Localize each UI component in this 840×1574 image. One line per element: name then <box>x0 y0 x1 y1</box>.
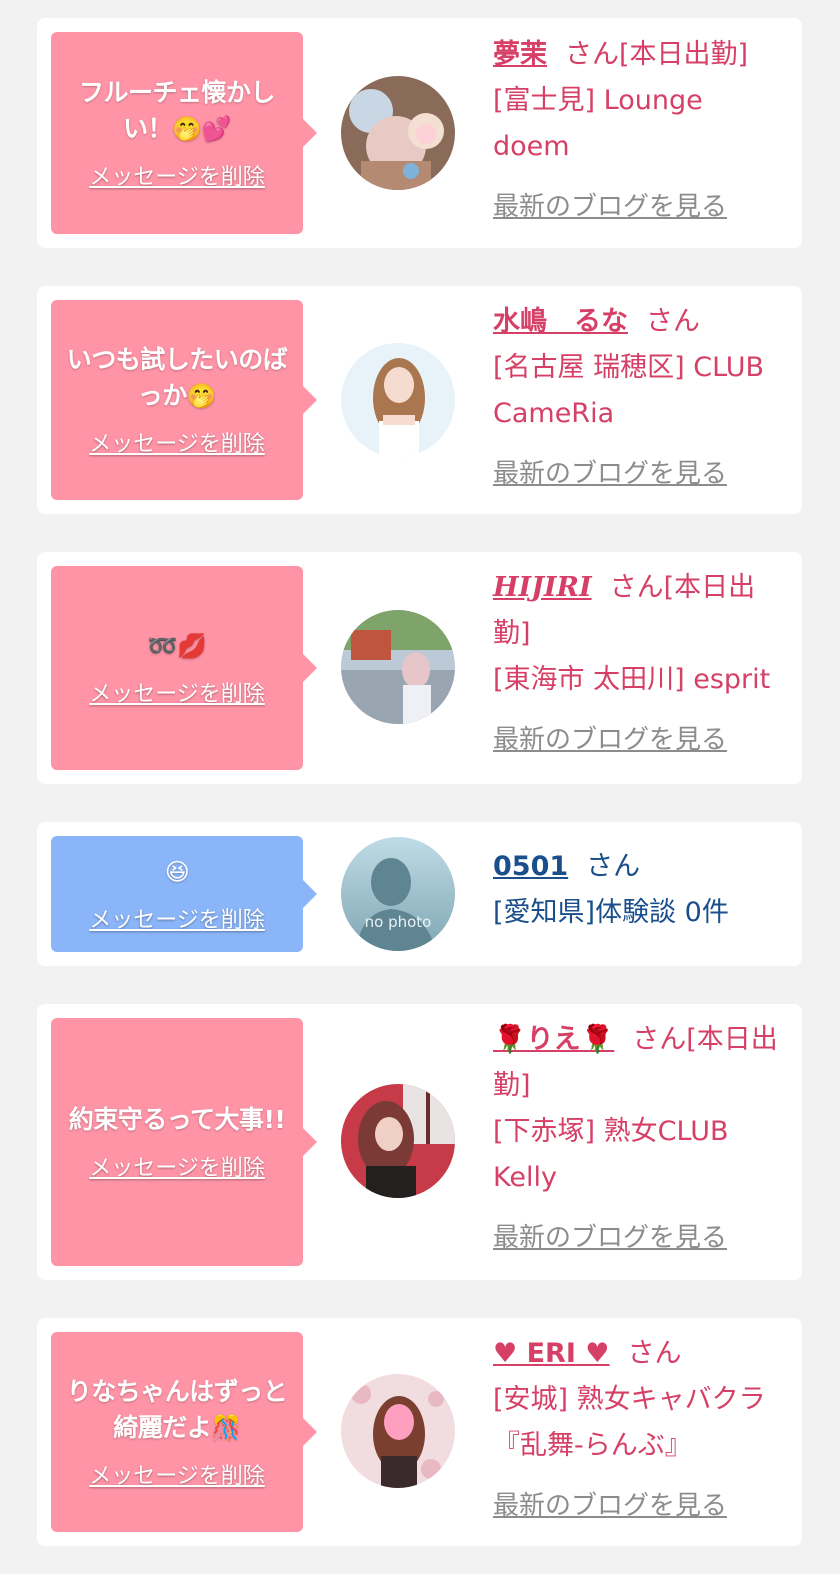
sender-name-link[interactable]: 0501 <box>493 851 568 882</box>
message-card: 😆 メッセージを削除 no photo 0501 さん [愛知県]体験談 0件 <box>37 822 802 966</box>
message-bubble: りなちゃんはずっと綺麗だよ🎊 メッセージを削除 <box>51 1332 317 1532</box>
shop-name: [安城] 熟女キャバクラ『乱舞-らんぶ』 <box>493 1384 766 1461</box>
message-text: 😆 <box>165 854 190 890</box>
message-text: 約束守るって大事!! <box>68 1105 286 1134</box>
avatar[interactable] <box>341 610 455 724</box>
avatar[interactable] <box>341 76 455 190</box>
sender-info: 水嶋 るな さん [名古屋 瑞穂区] CLUB CameRia 最新のブログを見る <box>493 299 783 497</box>
avatar[interactable]: no photo <box>341 837 455 951</box>
sender-name-link[interactable]: 水嶋 るな <box>493 306 628 337</box>
message-bubble: いつも試したいのばっか🤭 メッセージを削除 <box>51 300 317 500</box>
sender-info: 夢茉 さん[本日出勤] [富士見] Lounge doem 最新のブログを見る <box>493 32 783 230</box>
sender-name-link[interactable]: 夢茉 <box>493 39 547 70</box>
shop-name: [富士見] Lounge doem <box>493 85 703 162</box>
avatar[interactable] <box>341 343 455 457</box>
message-card: りなちゃんはずっと綺麗だよ🎊 メッセージを削除 ♥ ERI ♥ さん [安城] 熟… <box>37 1318 802 1546</box>
latest-blog-link[interactable]: 最新のブログを見る <box>493 1215 727 1261</box>
sender-info: 🌹りえ🌹 さん[本日出勤] [下赤塚] 熟女CLUB Kelly 最新のブログを見… <box>493 1017 783 1261</box>
delete-message-link[interactable]: メッセージを削除 <box>89 426 265 458</box>
latest-blog-link[interactable]: 最新のブログを見る <box>493 451 727 497</box>
sender-name-link[interactable]: 🌹りえ🌹 <box>493 1024 614 1055</box>
sender-suffix: さん <box>586 851 641 882</box>
message-card: ➿💋 メッセージを削除 HIJIRI さん[本日出勤] [東海市 太田川] esp… <box>37 552 802 784</box>
latest-blog-link[interactable]: 最新のブログを見る <box>493 184 727 230</box>
message-bubble: 約束守るって大事!! メッセージを削除 <box>51 1018 317 1266</box>
emoji-icon: ➿💋 <box>147 632 207 660</box>
sender-info: 0501 さん [愛知県]体験談 0件 <box>493 844 783 936</box>
latest-blog-link[interactable]: 最新のブログを見る <box>493 1483 727 1529</box>
delete-message-link[interactable]: メッセージを削除 <box>89 902 265 934</box>
message-card: フルーチェ懐かしい！🤭💕 メッセージを削除 夢茉 さん[本日出勤] [富士見] L… <box>37 18 802 248</box>
shop-name: [名古屋 瑞穂区] CLUB CameRia <box>493 352 765 429</box>
emoji-icon: 🎊 <box>211 1414 241 1442</box>
sender-info: ♥ ERI ♥ さん [安城] 熟女キャバクラ『乱舞-らんぶ』 最新のブログを見る <box>493 1331 783 1529</box>
sender-suffix: さん[本日出勤] <box>565 39 749 70</box>
message-text: りなちゃんはずっと綺麗だよ🎊 <box>66 1377 288 1442</box>
emoji-icon: 🤭💕 <box>172 115 231 143</box>
sender-suffix: さん <box>646 306 700 337</box>
avatar[interactable] <box>341 1084 455 1198</box>
message-bubble: ➿💋 メッセージを削除 <box>51 566 317 770</box>
sender-info: HIJIRI さん[本日出勤] [東海市 太田川] esprit 最新のブログを見… <box>493 565 783 763</box>
message-bubble: 😆 メッセージを削除 <box>51 836 317 952</box>
delete-message-link[interactable]: メッセージを削除 <box>89 159 265 191</box>
message-card: 約束守るって大事!! メッセージを削除 🌹りえ🌹 さん[本日出勤] [下赤塚] 熟… <box>37 1004 802 1280</box>
emoji-icon: 😆 <box>164 858 190 886</box>
avatar[interactable] <box>341 1374 455 1488</box>
sender-name-link[interactable]: ♥ ERI ♥ <box>493 1338 610 1369</box>
emoji-icon: 🤭 <box>186 382 217 410</box>
message-card: いつも試したいのばっか🤭 メッセージを削除 水嶋 るな さん [名古屋 瑞穂区] … <box>37 286 802 514</box>
sender-suffix: さん <box>627 1338 682 1369</box>
delete-message-link[interactable]: メッセージを削除 <box>89 1150 265 1182</box>
no-photo-label: no photo <box>365 913 432 931</box>
delete-message-link[interactable]: メッセージを削除 <box>89 1458 265 1490</box>
message-text: いつも試したいのばっか🤭 <box>66 345 288 410</box>
message-text: フルーチェ懐かしい！🤭💕 <box>78 78 276 143</box>
latest-blog-link[interactable]: 最新のブログを見る <box>493 717 727 763</box>
shop-name: [愛知県]体験談 0件 <box>493 897 729 928</box>
message-bubble: フルーチェ懐かしい！🤭💕 メッセージを削除 <box>51 32 317 234</box>
shop-name: [下赤塚] 熟女CLUB Kelly <box>493 1116 729 1193</box>
delete-message-link[interactable]: メッセージを削除 <box>89 676 265 708</box>
sender-name-link[interactable]: HIJIRI <box>493 572 592 603</box>
shop-name: [東海市 太田川] esprit <box>493 664 771 695</box>
message-text: ➿💋 <box>148 628 207 664</box>
